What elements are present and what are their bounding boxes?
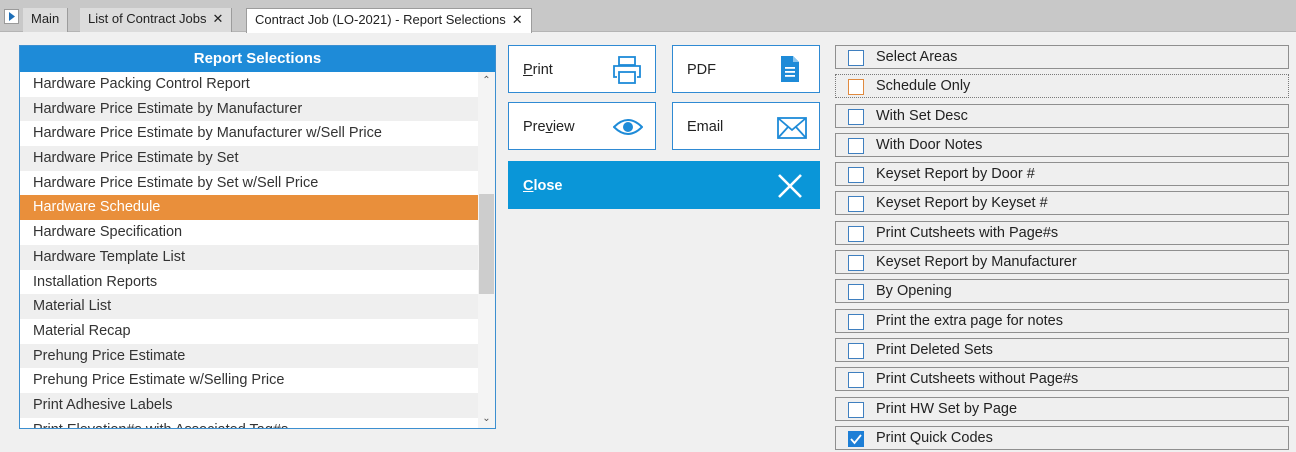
report-list-item[interactable]: Hardware Schedule xyxy=(20,195,478,221)
option-label: Keyset Report by Manufacturer xyxy=(876,254,1077,271)
option-checkbox[interactable] xyxy=(848,196,864,213)
scroll-up-icon[interactable]: ⌃ xyxy=(478,74,495,88)
pdf-button[interactable]: PDF xyxy=(672,45,820,93)
report-list-item[interactable]: Print Adhesive Labels xyxy=(20,392,478,418)
option-checkbox[interactable] xyxy=(848,167,864,184)
option-label: Select Areas xyxy=(876,49,958,65)
option-label: By Opening xyxy=(876,283,952,300)
report-options: Select Areas Schedule Only With Set Desc Wi… xyxy=(835,45,1289,452)
printer-icon xyxy=(612,56,642,88)
report-list-scrollbar[interactable]: ⌃ ⌄ xyxy=(478,72,495,428)
close-icon xyxy=(777,173,803,203)
option-row[interactable]: Keyset Report by Door # xyxy=(835,162,1289,187)
scrollbar-thumb[interactable] xyxy=(479,194,494,294)
report-list-item[interactable]: Hardware Price Estimate by Manufacturer xyxy=(20,96,478,122)
option-label: Print Quick Codes xyxy=(876,429,993,446)
tab-main[interactable]: Main xyxy=(23,8,69,32)
option-label: Print Cutsheets with Page#s xyxy=(876,224,1059,241)
option-label: Print HW Set by Page xyxy=(876,400,1018,417)
close-label: Close xyxy=(523,178,563,194)
option-label: With Door Notes xyxy=(876,136,983,153)
close-button[interactable]: Close xyxy=(508,161,820,209)
checkmark-icon xyxy=(850,434,862,445)
report-list-item[interactable]: Prehung Price Estimate w/Selling Price xyxy=(20,368,478,393)
option-checkbox[interactable] xyxy=(848,284,864,301)
tab-close-icon[interactable]: ✕ xyxy=(512,12,523,27)
preview-button[interactable]: Preview xyxy=(508,102,656,150)
option-label: Print Cutsheets without Page#s xyxy=(876,371,1079,388)
option-checkbox[interactable] xyxy=(848,372,864,389)
option-row[interactable]: Print Cutsheets with Page#s xyxy=(835,220,1289,245)
tab-label: Contract Job (LO-2021) - Report Selectio… xyxy=(255,12,506,27)
document-icon xyxy=(780,55,800,87)
option-row[interactable]: Print the extra page for notes xyxy=(835,308,1289,333)
option-checkbox[interactable] xyxy=(848,225,864,242)
option-checkbox[interactable] xyxy=(848,108,864,125)
report-list-item[interactable]: Hardware Price Estimate by Manufacturer … xyxy=(20,121,478,146)
option-checkbox[interactable] xyxy=(848,79,864,96)
print-button[interactable]: Print xyxy=(508,45,656,93)
option-label: With Set Desc xyxy=(876,107,968,124)
option-row[interactable]: Select Areas xyxy=(835,45,1289,69)
report-list: Hardware Packing Control Report Hardware … xyxy=(20,72,478,428)
option-row[interactable]: By Opening xyxy=(835,279,1289,304)
option-row[interactable]: Keyset Report by Keyset # xyxy=(835,191,1289,216)
tab-close-icon[interactable]: ✕ xyxy=(213,11,224,26)
email-label: Email xyxy=(687,119,724,135)
option-checkbox[interactable] xyxy=(848,50,864,66)
option-row[interactable]: With Set Desc xyxy=(835,103,1289,128)
report-list-item[interactable]: Installation Reports xyxy=(20,270,478,295)
pdf-label: PDF xyxy=(687,62,716,78)
option-checkbox[interactable] xyxy=(848,401,864,418)
option-label: Print the extra page for notes xyxy=(876,312,1063,329)
option-row[interactable]: Keyset Report by Manufacturer xyxy=(835,250,1289,275)
expand-arrow-icon[interactable] xyxy=(4,9,19,24)
report-selections-panel: Report Selections Hardware Packing Contr… xyxy=(19,45,496,429)
option-row[interactable]: Print Quick Codes xyxy=(835,425,1289,450)
option-checkbox[interactable] xyxy=(848,313,864,330)
report-list-item[interactable]: Hardware Template List xyxy=(20,244,478,270)
report-list-item[interactable]: Material Recap xyxy=(20,319,478,344)
tab-bar: Main List of Contract Jobs ✕ Contract Job… xyxy=(0,0,1296,33)
option-checkbox[interactable] xyxy=(848,342,864,359)
option-row[interactable]: Schedule Only xyxy=(835,74,1289,99)
report-list-item[interactable]: Hardware Specification xyxy=(20,220,478,245)
option-label: Keyset Report by Door # xyxy=(876,166,1035,183)
option-label: Print Deleted Sets xyxy=(876,341,993,358)
tab-list-of-contract-jobs[interactable]: List of Contract Jobs ✕ xyxy=(80,8,233,32)
report-list-item[interactable]: Print Elevation#s with Associated Tag#s xyxy=(20,418,478,428)
option-row[interactable]: Print Deleted Sets xyxy=(835,337,1289,362)
tab-report-selections[interactable]: Contract Job (LO-2021) - Report Selectio… xyxy=(246,8,532,33)
option-label: Keyset Report by Keyset # xyxy=(876,195,1048,212)
report-list-item[interactable]: Material List xyxy=(20,294,478,319)
option-row[interactable]: Print HW Set by Page xyxy=(835,396,1289,421)
preview-label: Preview xyxy=(523,119,575,135)
option-row[interactable]: With Door Notes xyxy=(835,132,1289,157)
email-button[interactable]: Email xyxy=(672,102,820,150)
option-checkbox[interactable] xyxy=(848,255,864,272)
report-selections-header: Report Selections xyxy=(20,46,495,72)
report-list-item[interactable]: Hardware Price Estimate by Set xyxy=(20,146,478,171)
print-label: Print xyxy=(523,62,553,78)
option-label: Schedule Only xyxy=(876,78,971,95)
scroll-down-icon[interactable]: ⌄ xyxy=(478,412,495,426)
option-row[interactable]: Print Cutsheets without Page#s xyxy=(835,367,1289,392)
tab-label: Main xyxy=(31,11,60,26)
tab-label: List of Contract Jobs xyxy=(88,11,207,26)
report-list-item[interactable]: Hardware Packing Control Report xyxy=(20,72,478,97)
option-checkbox[interactable] xyxy=(848,430,864,447)
report-list-item[interactable]: Prehung Price Estimate xyxy=(20,343,478,369)
report-list-item[interactable]: Hardware Price Estimate by Set w/Sell Pr… xyxy=(20,171,478,196)
envelope-icon xyxy=(777,117,807,143)
option-checkbox[interactable] xyxy=(848,137,864,154)
eye-icon xyxy=(612,117,644,141)
